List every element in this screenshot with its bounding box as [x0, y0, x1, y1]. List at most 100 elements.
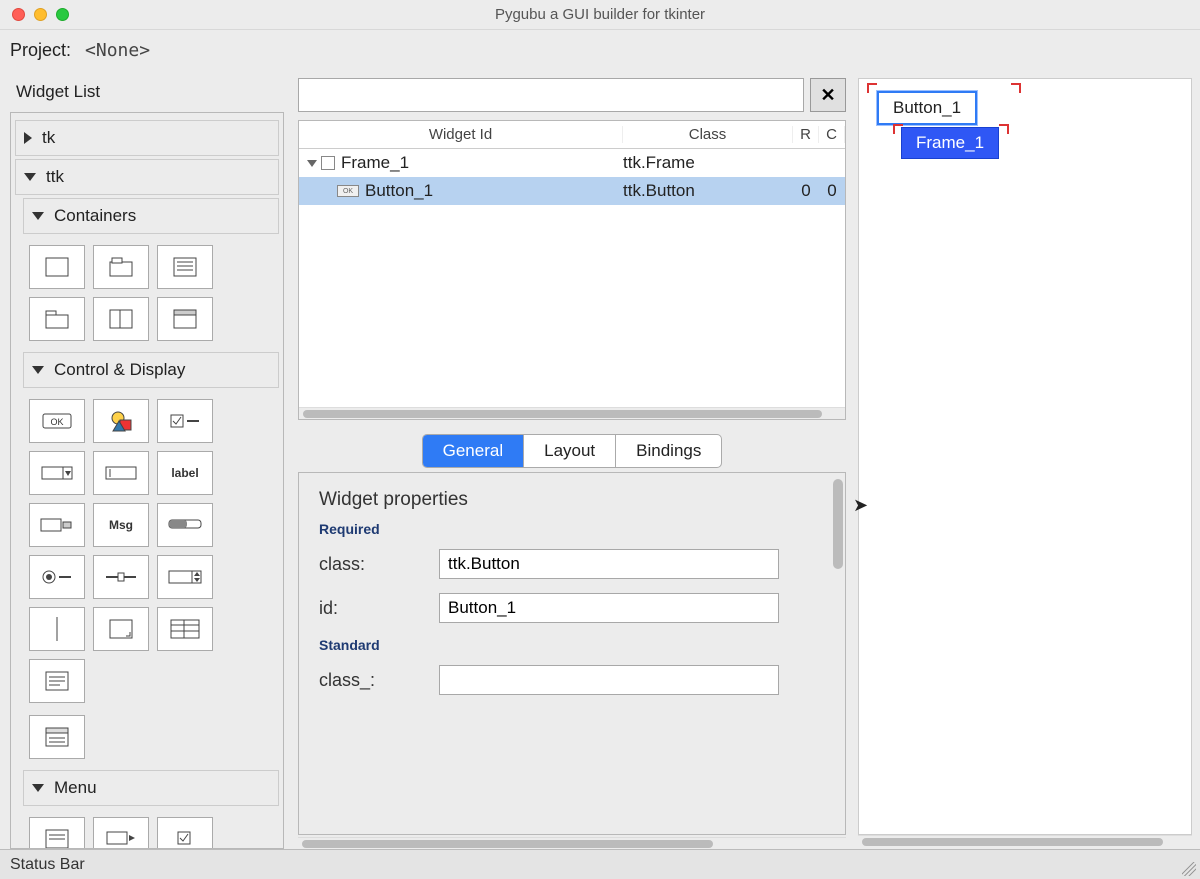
- main-area: Widget List tk ttk Containers: [0, 70, 1200, 849]
- prop-input-class_[interactable]: [439, 665, 779, 695]
- tab-layout[interactable]: Layout: [524, 435, 616, 467]
- tool-sizegrip[interactable]: [93, 607, 149, 651]
- chevron-down-icon[interactable]: [307, 160, 317, 167]
- tree-header: Widget Id Class R C: [299, 121, 845, 149]
- prop-input-id[interactable]: [439, 593, 779, 623]
- chevron-down-icon: [32, 366, 44, 374]
- titlebar: Pygubu a GUI builder for tkinter: [0, 0, 1200, 30]
- widget-tree: Widget Id Class R C Frame_1 ttk.Frame: [298, 120, 846, 420]
- col-c[interactable]: C: [819, 126, 845, 143]
- group-tk[interactable]: tk: [15, 120, 279, 156]
- menu-grid: [23, 809, 279, 849]
- tool-combobox[interactable]: [29, 451, 85, 495]
- right-panel: Button_1 Frame_1: [850, 70, 1200, 849]
- tool-button[interactable]: OK: [29, 399, 85, 443]
- prop-vscroll[interactable]: [833, 479, 843, 569]
- section-standard: Standard: [319, 637, 825, 653]
- prop-row-class_: class_:: [319, 665, 825, 695]
- tree-cell-class: ttk.Frame: [623, 153, 793, 173]
- col-r[interactable]: R: [793, 126, 819, 143]
- chevron-down-icon: [32, 784, 44, 792]
- tree-body[interactable]: Frame_1 ttk.Frame OK Button_1 ttk.Button…: [299, 149, 845, 407]
- canvas-hscroll[interactable]: [858, 835, 1192, 849]
- preview-frame-label[interactable]: Frame_1: [901, 127, 999, 159]
- group-menu[interactable]: Menu: [23, 770, 279, 806]
- widget-palette: tk ttk Containers Control & Display: [10, 112, 284, 849]
- tool-label[interactable]: label: [157, 451, 213, 495]
- group-label: Control & Display: [54, 360, 185, 380]
- tool-panedwindow[interactable]: [93, 297, 149, 341]
- control-grid: OK label Msg: [23, 391, 279, 711]
- prop-label: class:: [319, 554, 439, 575]
- group-containers[interactable]: Containers: [23, 198, 279, 234]
- chevron-down-icon: [24, 173, 36, 181]
- center-panel: ✕ Widget Id Class R C Frame_1 ttk.Frame: [290, 70, 850, 849]
- group-control-display[interactable]: Control & Display: [23, 352, 279, 388]
- tab-bindings[interactable]: Bindings: [616, 435, 721, 467]
- button-icon: OK: [337, 185, 359, 197]
- properties-title: Widget properties: [319, 489, 825, 511]
- prop-hscroll[interactable]: [298, 837, 846, 849]
- group-ttk[interactable]: ttk: [15, 159, 279, 195]
- search-clear-button[interactable]: ✕: [810, 78, 846, 112]
- tree-cell-r: 0: [793, 181, 819, 201]
- tool-folder[interactable]: [29, 297, 85, 341]
- search-row: ✕: [298, 78, 846, 112]
- selection-corner-icon: [999, 124, 1009, 134]
- status-bar: Status Bar: [0, 849, 1200, 879]
- prop-input-class[interactable]: [439, 549, 779, 579]
- chevron-right-icon: [24, 132, 32, 144]
- tool-labelframe[interactable]: [93, 245, 149, 289]
- preview-button[interactable]: Button_1: [877, 91, 977, 125]
- tool-text[interactable]: [29, 659, 85, 703]
- tool-toplevel[interactable]: [157, 297, 213, 341]
- tool-extra[interactable]: [29, 715, 85, 759]
- preview-canvas[interactable]: Button_1 Frame_1: [858, 78, 1192, 835]
- tool-labeled-entry[interactable]: [29, 503, 85, 547]
- tool-menuitem[interactable]: [93, 817, 149, 849]
- tool-treeview[interactable]: [157, 607, 213, 651]
- tool-menu[interactable]: [29, 817, 85, 849]
- project-label: Project:: [10, 40, 71, 61]
- tool-entry[interactable]: [93, 451, 149, 495]
- section-required: Required: [319, 521, 825, 537]
- prop-row-class: class:: [319, 549, 825, 579]
- tree-cell-id: Frame_1: [341, 153, 409, 173]
- frame-icon: [321, 156, 335, 170]
- group-label: Containers: [54, 206, 136, 226]
- left-panel: Widget List tk ttk Containers: [0, 70, 290, 849]
- chevron-down-icon: [32, 212, 44, 220]
- resize-grip-icon[interactable]: [1182, 862, 1196, 876]
- prop-label: class_:: [319, 670, 439, 691]
- selection-corner-icon: [867, 83, 877, 93]
- prop-label: id:: [319, 598, 439, 619]
- containers-grid: [23, 237, 279, 349]
- tab-general[interactable]: General: [423, 435, 524, 467]
- tool-scale[interactable]: [93, 555, 149, 599]
- prop-row-id: id:: [319, 593, 825, 623]
- tree-row[interactable]: OK Button_1 ttk.Button 0 0: [299, 177, 845, 205]
- tool-separator[interactable]: [29, 607, 85, 651]
- tool-notebook[interactable]: [157, 245, 213, 289]
- search-input[interactable]: [298, 78, 804, 112]
- tree-row[interactable]: Frame_1 ttk.Frame: [299, 149, 845, 177]
- group-label: Menu: [54, 778, 97, 798]
- tool-radiobutton[interactable]: [29, 555, 85, 599]
- col-widget-id[interactable]: Widget Id: [299, 126, 623, 143]
- tool-progressbar[interactable]: [157, 503, 213, 547]
- properties-panel: Widget properties Required class: id: St…: [298, 472, 846, 835]
- tool-spinbox[interactable]: [157, 555, 213, 599]
- control-grid-2: [23, 711, 279, 767]
- col-class[interactable]: Class: [623, 126, 793, 143]
- tool-frame[interactable]: [29, 245, 85, 289]
- project-value: <None>: [85, 40, 150, 61]
- status-text: Status Bar: [10, 856, 85, 874]
- selection-corner-icon: [1011, 83, 1021, 93]
- tool-menucheck[interactable]: [157, 817, 213, 849]
- tool-checkbutton[interactable]: [157, 399, 213, 443]
- tool-canvas[interactable]: [93, 399, 149, 443]
- project-bar: Project: <None>: [0, 30, 1200, 70]
- tree-hscroll[interactable]: [299, 407, 845, 419]
- tool-message[interactable]: Msg: [93, 503, 149, 547]
- tree-cell-c: 0: [819, 181, 845, 201]
